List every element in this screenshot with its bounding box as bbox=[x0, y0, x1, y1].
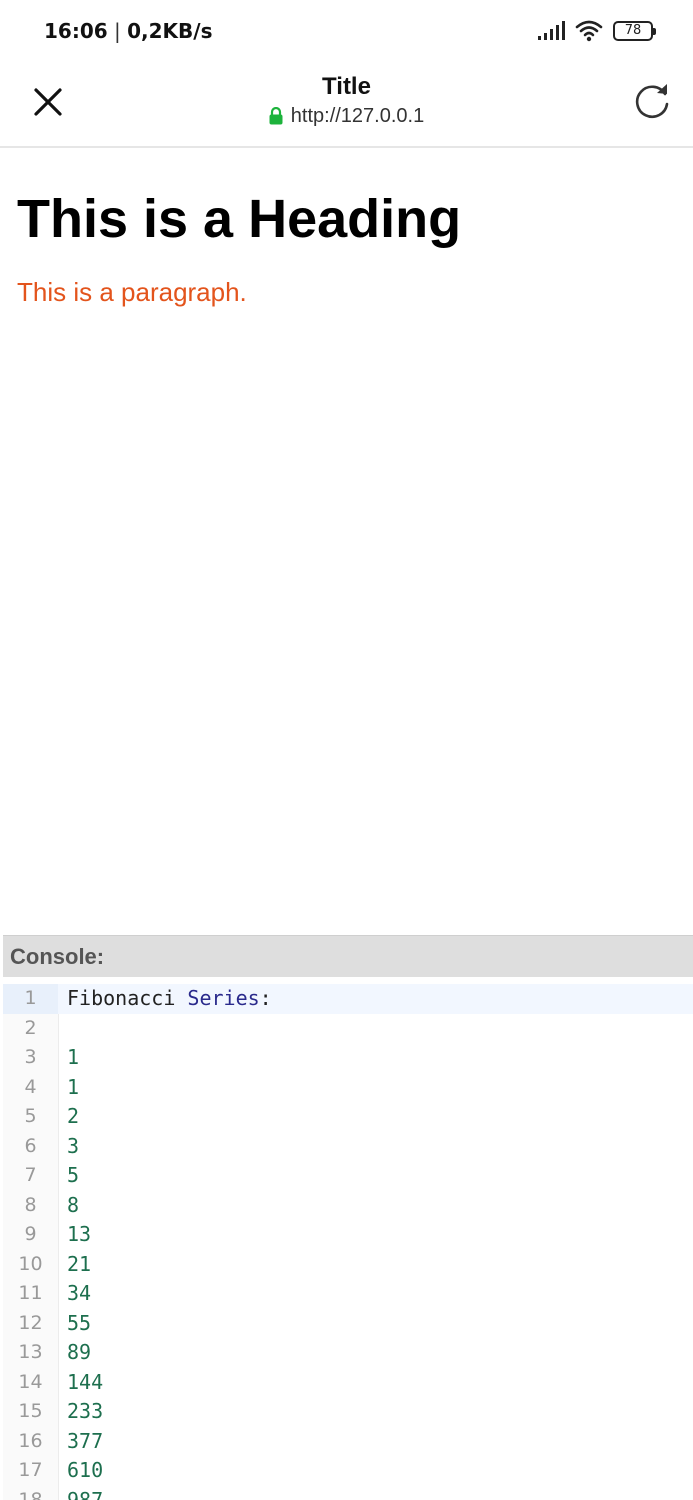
status-icons: 78 bbox=[537, 20, 656, 42]
status-time: 16:06 bbox=[44, 19, 108, 43]
line-number: 10 bbox=[18, 1252, 43, 1275]
console-lines: 1 Fibonacci Series: 2 3 1 4 1 5 2 6 3 7 5 8 8 9 13 10 21 11… bbox=[3, 984, 693, 1500]
console-line: 13 89 bbox=[3, 1338, 693, 1368]
console-text: 233 bbox=[67, 1399, 104, 1423]
line-number: 13 bbox=[18, 1341, 43, 1363]
line-number: 9 bbox=[24, 1223, 37, 1245]
console-line: 12 55 bbox=[3, 1309, 693, 1339]
console-text: 55 bbox=[67, 1310, 92, 1335]
line-number: 7 bbox=[24, 1164, 37, 1186]
signal-icon bbox=[538, 21, 565, 40]
console-text: 13 bbox=[67, 1222, 92, 1246]
line-number: 2 bbox=[24, 1016, 37, 1039]
lock-icon bbox=[269, 107, 283, 125]
console-line: 17 610 bbox=[3, 1456, 693, 1486]
console-text: 987 bbox=[67, 1487, 104, 1500]
console-text: Fibonacci Series: bbox=[67, 986, 272, 1010]
line-number: 11 bbox=[18, 1282, 43, 1304]
console-line: 88 bbox=[3, 1191, 693, 1221]
line-number: 14 bbox=[18, 1370, 43, 1393]
page-heading: This is a Heading bbox=[17, 189, 462, 249]
console-label: Console: bbox=[10, 944, 105, 969]
wifi-icon bbox=[575, 20, 603, 42]
console-text: 377 bbox=[67, 1428, 104, 1453]
console-text: 5 bbox=[67, 1163, 80, 1187]
battery-icon: 78 bbox=[613, 21, 656, 41]
page-content: This is a Heading This is a paragraph. bbox=[17, 180, 676, 310]
console-line: 1 Fibonacci Series: bbox=[3, 984, 693, 1014]
console-line: 75 bbox=[3, 1161, 693, 1191]
console-line: 16 377 bbox=[3, 1427, 693, 1457]
line-number: 15 bbox=[18, 1400, 43, 1422]
line-number: 17 bbox=[18, 1459, 43, 1481]
console-line: 14 144 bbox=[3, 1368, 693, 1398]
browser-nav-bar: Title http://127.0.0.1 bbox=[0, 64, 693, 148]
page-title: Title bbox=[322, 73, 371, 100]
line-number: 16 bbox=[18, 1429, 43, 1452]
console-line: 15 233 bbox=[3, 1397, 693, 1427]
line-number: 4 bbox=[24, 1075, 37, 1098]
console-text: 2 bbox=[67, 1104, 80, 1128]
console-line: 31 bbox=[3, 1043, 693, 1073]
console-output[interactable]: 1 Fibonacci Series: 2 3 1 4 1 5 2 6 3 7 5 8 8 9 13 10 21 11… bbox=[3, 984, 693, 1500]
page-paragraph: This is a paragraph. bbox=[17, 277, 247, 307]
console-text: 1 bbox=[67, 1045, 80, 1069]
console-text: 8 bbox=[67, 1192, 80, 1217]
url-display: http://127.0.0.1 bbox=[269, 102, 424, 130]
line-number: 1 bbox=[3, 984, 58, 1014]
console-line: 2 bbox=[3, 1014, 693, 1044]
console-header: Console: bbox=[3, 935, 693, 977]
console-line: 18 987 bbox=[3, 1486, 693, 1500]
reload-icon[interactable] bbox=[631, 80, 673, 122]
console-line: 9 13 bbox=[3, 1220, 693, 1250]
network-speed: 0,2KB/s bbox=[127, 19, 213, 43]
status-time-speed: 16:06 | 0,2KB/s bbox=[44, 19, 213, 43]
url-text: http://127.0.0.1 bbox=[290, 105, 425, 127]
console-line: 10 21 bbox=[3, 1250, 693, 1280]
console-line: 52 bbox=[3, 1102, 693, 1132]
line-number: 18 bbox=[18, 1488, 43, 1500]
nav-title-block: Title http://127.0.0.1 bbox=[0, 72, 693, 130]
line-number: 5 bbox=[24, 1105, 37, 1127]
console-text: 610 bbox=[67, 1458, 104, 1482]
line-number: 12 bbox=[18, 1311, 43, 1334]
console-text: 144 bbox=[67, 1369, 104, 1394]
line-number: 3 bbox=[24, 1046, 37, 1068]
console-text: 1 bbox=[67, 1074, 80, 1099]
console-line: 11 34 bbox=[3, 1279, 693, 1309]
console-line: 63 bbox=[3, 1132, 693, 1162]
console-text: 3 bbox=[67, 1133, 80, 1158]
line-number: 6 bbox=[24, 1134, 37, 1157]
console-line: 41 bbox=[3, 1073, 693, 1103]
console-text: 89 bbox=[67, 1340, 92, 1364]
status-bar: 16:06 | 0,2KB/s 78 bbox=[0, 0, 693, 64]
line-number: 8 bbox=[24, 1193, 37, 1216]
console-text: 21 bbox=[67, 1251, 92, 1276]
console-text: 34 bbox=[67, 1281, 92, 1305]
